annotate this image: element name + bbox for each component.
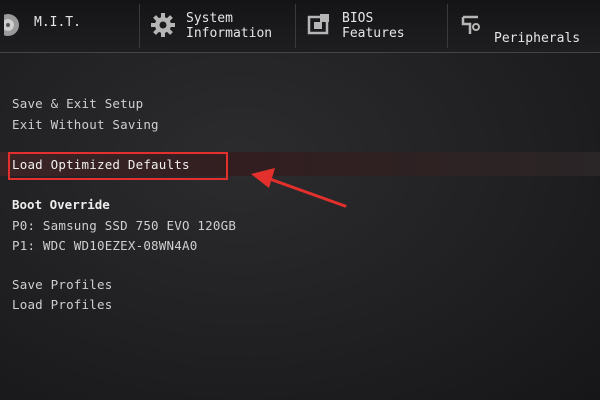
annotation-arrow-icon bbox=[251, 168, 347, 208]
tab-system-label-line1: System bbox=[186, 11, 233, 26]
bios-chip-icon bbox=[307, 14, 329, 35]
menu-item-exit-without-saving[interactable]: Exit Without Saving bbox=[12, 117, 159, 132]
menu-item-save-profiles[interactable]: Save Profiles bbox=[12, 277, 112, 292]
annotation-highlight-box bbox=[8, 152, 228, 180]
gear-icon bbox=[151, 13, 175, 37]
menu-item-save-exit-setup[interactable]: Save & Exit Setup bbox=[12, 96, 143, 111]
top-tab-bar: M.I.T. System Information BIOS Features … bbox=[0, 0, 600, 53]
menu-item-boot-p0[interactable]: P0: Samsung SSD 750 EVO 120GB bbox=[12, 218, 236, 233]
tab-peripherals-label: Peripherals bbox=[494, 31, 581, 46]
peripherals-icon bbox=[461, 15, 480, 34]
boot-override-title: Boot Override bbox=[12, 197, 110, 212]
tab-system-label-line2: Information bbox=[186, 26, 273, 41]
gauge-icon bbox=[4, 14, 19, 36]
tab-bios-features[interactable]: BIOS Features bbox=[302, 4, 448, 48]
tab-peripherals[interactable]: Peripherals bbox=[454, 4, 600, 48]
menu-item-load-profiles[interactable]: Load Profiles bbox=[12, 297, 112, 312]
tab-mit[interactable]: M.I.T. bbox=[0, 4, 140, 48]
tab-bios-label-line1: BIOS bbox=[342, 11, 374, 26]
tab-system-information[interactable]: System Information bbox=[146, 4, 296, 48]
tab-bios-label-line2: Features bbox=[342, 26, 405, 41]
menu-item-boot-p1[interactable]: P1: WDC WD10EZEX-08WN4A0 bbox=[12, 238, 197, 253]
tab-mit-label: M.I.T. bbox=[34, 15, 81, 30]
